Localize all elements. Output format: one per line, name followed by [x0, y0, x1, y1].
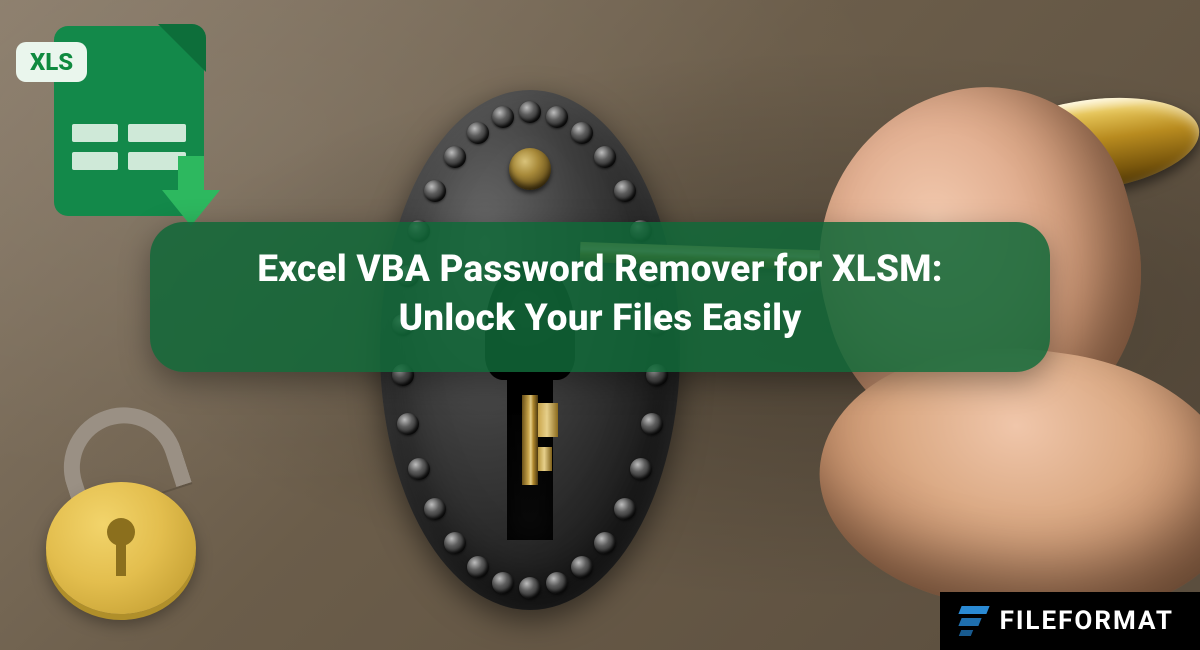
xls-file-icon: XLS	[30, 18, 230, 238]
fileformat-logo: FILEFORMAT	[940, 592, 1200, 650]
rivet-bead	[492, 572, 514, 594]
rivet-bead	[424, 180, 446, 202]
rivet-bead	[397, 413, 419, 435]
headline-pill: Excel VBA Password Remover for XLSM: Unl…	[150, 222, 1050, 372]
padlock-icon	[40, 410, 210, 610]
rivet-bead	[546, 106, 568, 128]
headline-line2: Unlock Your Files Easily	[399, 297, 802, 340]
top-screw	[509, 148, 551, 190]
rivet-bead	[571, 122, 593, 144]
rivet-bead	[424, 498, 446, 520]
rivet-bead	[519, 577, 541, 599]
fileformat-wordmark: FILEFORMAT	[1000, 606, 1174, 636]
rivet-bead	[594, 146, 616, 168]
rivet-bead	[614, 180, 636, 202]
rivet-bead	[641, 413, 663, 435]
rivet-bead	[594, 532, 616, 554]
rivet-bead	[408, 458, 430, 480]
rivet-bead	[467, 556, 489, 578]
rivet-bead	[444, 532, 466, 554]
hero-image: XLS Excel VBA Password Remover for XLSM:…	[0, 0, 1200, 650]
rivet-bead	[546, 572, 568, 594]
lock-body	[46, 482, 196, 614]
rivet-bead	[614, 498, 636, 520]
key-bit	[500, 395, 560, 485]
rivet-bead	[444, 146, 466, 168]
rivet-bead	[519, 101, 541, 123]
lock-keyhole-icon	[107, 518, 135, 578]
rivet-bead	[467, 122, 489, 144]
xls-badge: XLS	[16, 42, 87, 82]
headline-line1: Excel VBA Password Remover for XLSM:	[257, 248, 942, 291]
rivet-bead	[630, 458, 652, 480]
rivet-bead	[492, 106, 514, 128]
download-arrow-icon	[162, 156, 220, 226]
rivet-bead	[571, 556, 593, 578]
fileformat-mark-icon	[960, 606, 988, 636]
